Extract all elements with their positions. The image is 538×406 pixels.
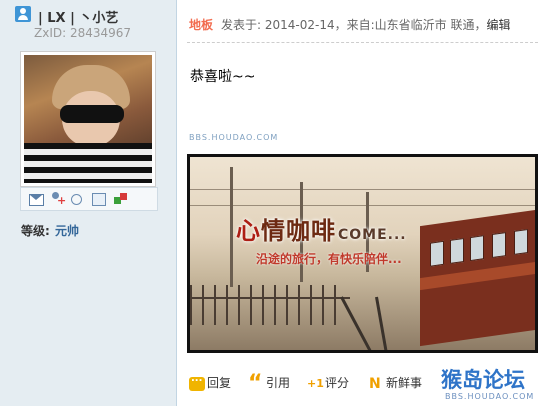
logo-url: BBS.HOUDAO.COM	[445, 392, 535, 401]
game-icon[interactable]	[114, 192, 128, 206]
avatar-shirt	[24, 143, 152, 183]
mail-icon[interactable]	[29, 194, 44, 206]
floor-label: 地板	[189, 18, 214, 32]
train-window	[470, 235, 484, 262]
fence-rail	[190, 297, 350, 299]
level-label: 等级:	[21, 224, 50, 238]
search-icon[interactable]	[71, 194, 82, 205]
quote-button[interactable]: 引用	[248, 371, 291, 396]
rail-track	[340, 296, 376, 350]
user-zxid: ZxID: 28434967	[34, 26, 132, 40]
banner-subtitle: 沿途的旅行，有快乐陪伴...	[256, 252, 402, 266]
user-icon[interactable]	[15, 6, 31, 22]
train-window	[492, 232, 506, 259]
logo-text: 猴岛论坛	[441, 368, 525, 392]
quote-label: 引用	[266, 376, 291, 390]
level-value[interactable]: 元帅	[55, 222, 79, 239]
banner-title: 心情咖啡 COME...	[236, 211, 407, 246]
banner-scene: 心情咖啡 COME... 沿途的旅行，有快乐陪伴...	[190, 157, 535, 350]
train	[420, 207, 535, 347]
site-logo: 猴岛论坛 BBS.HOUDAO.COM	[441, 364, 535, 404]
username[interactable]: | LX | 丶小艺	[38, 7, 118, 26]
profile-icon[interactable]	[92, 193, 106, 206]
train-window	[514, 228, 528, 255]
banner-title-rest: 情咖啡	[261, 217, 336, 245]
banner-image[interactable]: 心情咖啡 COME... 沿途的旅行，有快乐陪伴...	[187, 154, 538, 353]
avatar[interactable]	[24, 55, 152, 183]
edit-link[interactable]: 编辑	[486, 18, 510, 32]
fresh-icon	[368, 376, 384, 392]
rate-label: 评分	[325, 376, 350, 390]
post-info: 发表于: 2014-02-14，来自:山东省临沂市 联通，	[221, 18, 487, 32]
reply-button[interactable]: 回复	[189, 373, 232, 392]
rail-track	[375, 296, 391, 350]
quote-icon	[248, 371, 264, 396]
utility-pole	[230, 167, 233, 287]
user-action-bar	[20, 187, 158, 211]
fence	[190, 285, 340, 325]
avatar-frame[interactable]	[20, 51, 156, 187]
power-wire	[190, 205, 535, 206]
watermark-text: BBS.HOUDAO.COM	[189, 133, 279, 142]
post-message: 恭喜啦~~	[190, 69, 256, 85]
train-window	[430, 240, 444, 267]
fresh-label: 新鲜事	[386, 376, 423, 390]
rate-icon	[307, 377, 324, 391]
post-content: 地板 发表于: 2014-02-14，来自:山东省临沂市 联通，编辑 恭喜啦~~ …	[177, 0, 538, 406]
banner-come: COME...	[338, 227, 407, 243]
rate-button[interactable]: 评分	[307, 374, 349, 392]
post-header: 地板 发表于: 2014-02-14，来自:山东省临沂市 联通，编辑	[189, 16, 511, 32]
avatar-sunglasses	[60, 105, 124, 123]
train-window	[450, 237, 464, 264]
reply-label: 回复	[207, 376, 232, 390]
banner-title-first: 心	[236, 217, 261, 245]
power-wire	[190, 189, 535, 190]
user-sidebar: | LX | 丶小艺 ZxID: 28434967 等级: 元帅	[0, 0, 177, 406]
reply-icon	[189, 373, 205, 391]
add-friend-icon[interactable]	[50, 192, 66, 206]
fresh-button[interactable]: 新鲜事	[368, 374, 422, 392]
header-divider	[187, 42, 538, 43]
